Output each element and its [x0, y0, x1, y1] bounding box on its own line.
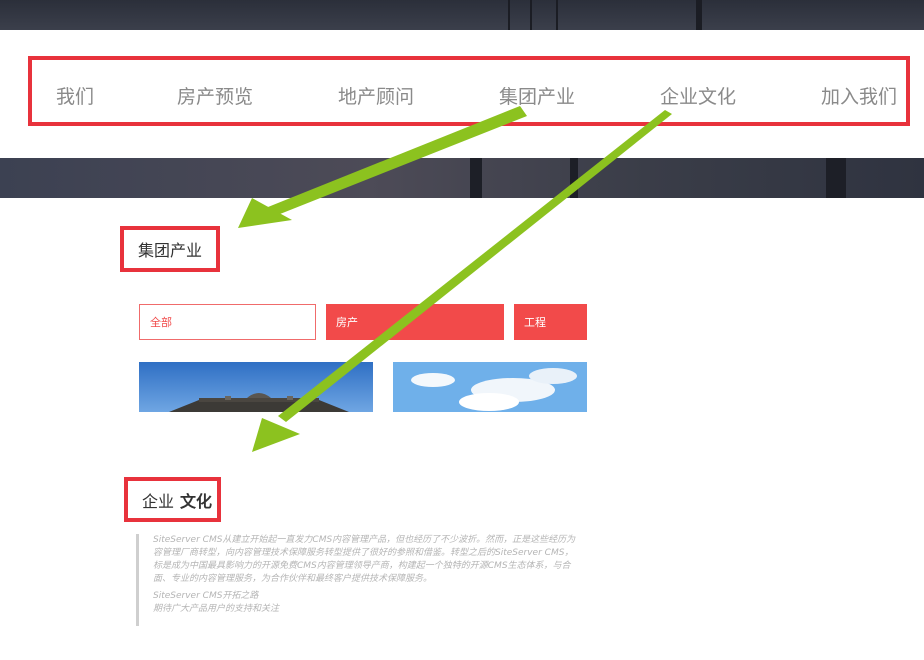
arrow-to-culture — [252, 110, 672, 452]
arrow-to-industry — [238, 106, 527, 228]
annotation-arrows — [238, 106, 672, 452]
